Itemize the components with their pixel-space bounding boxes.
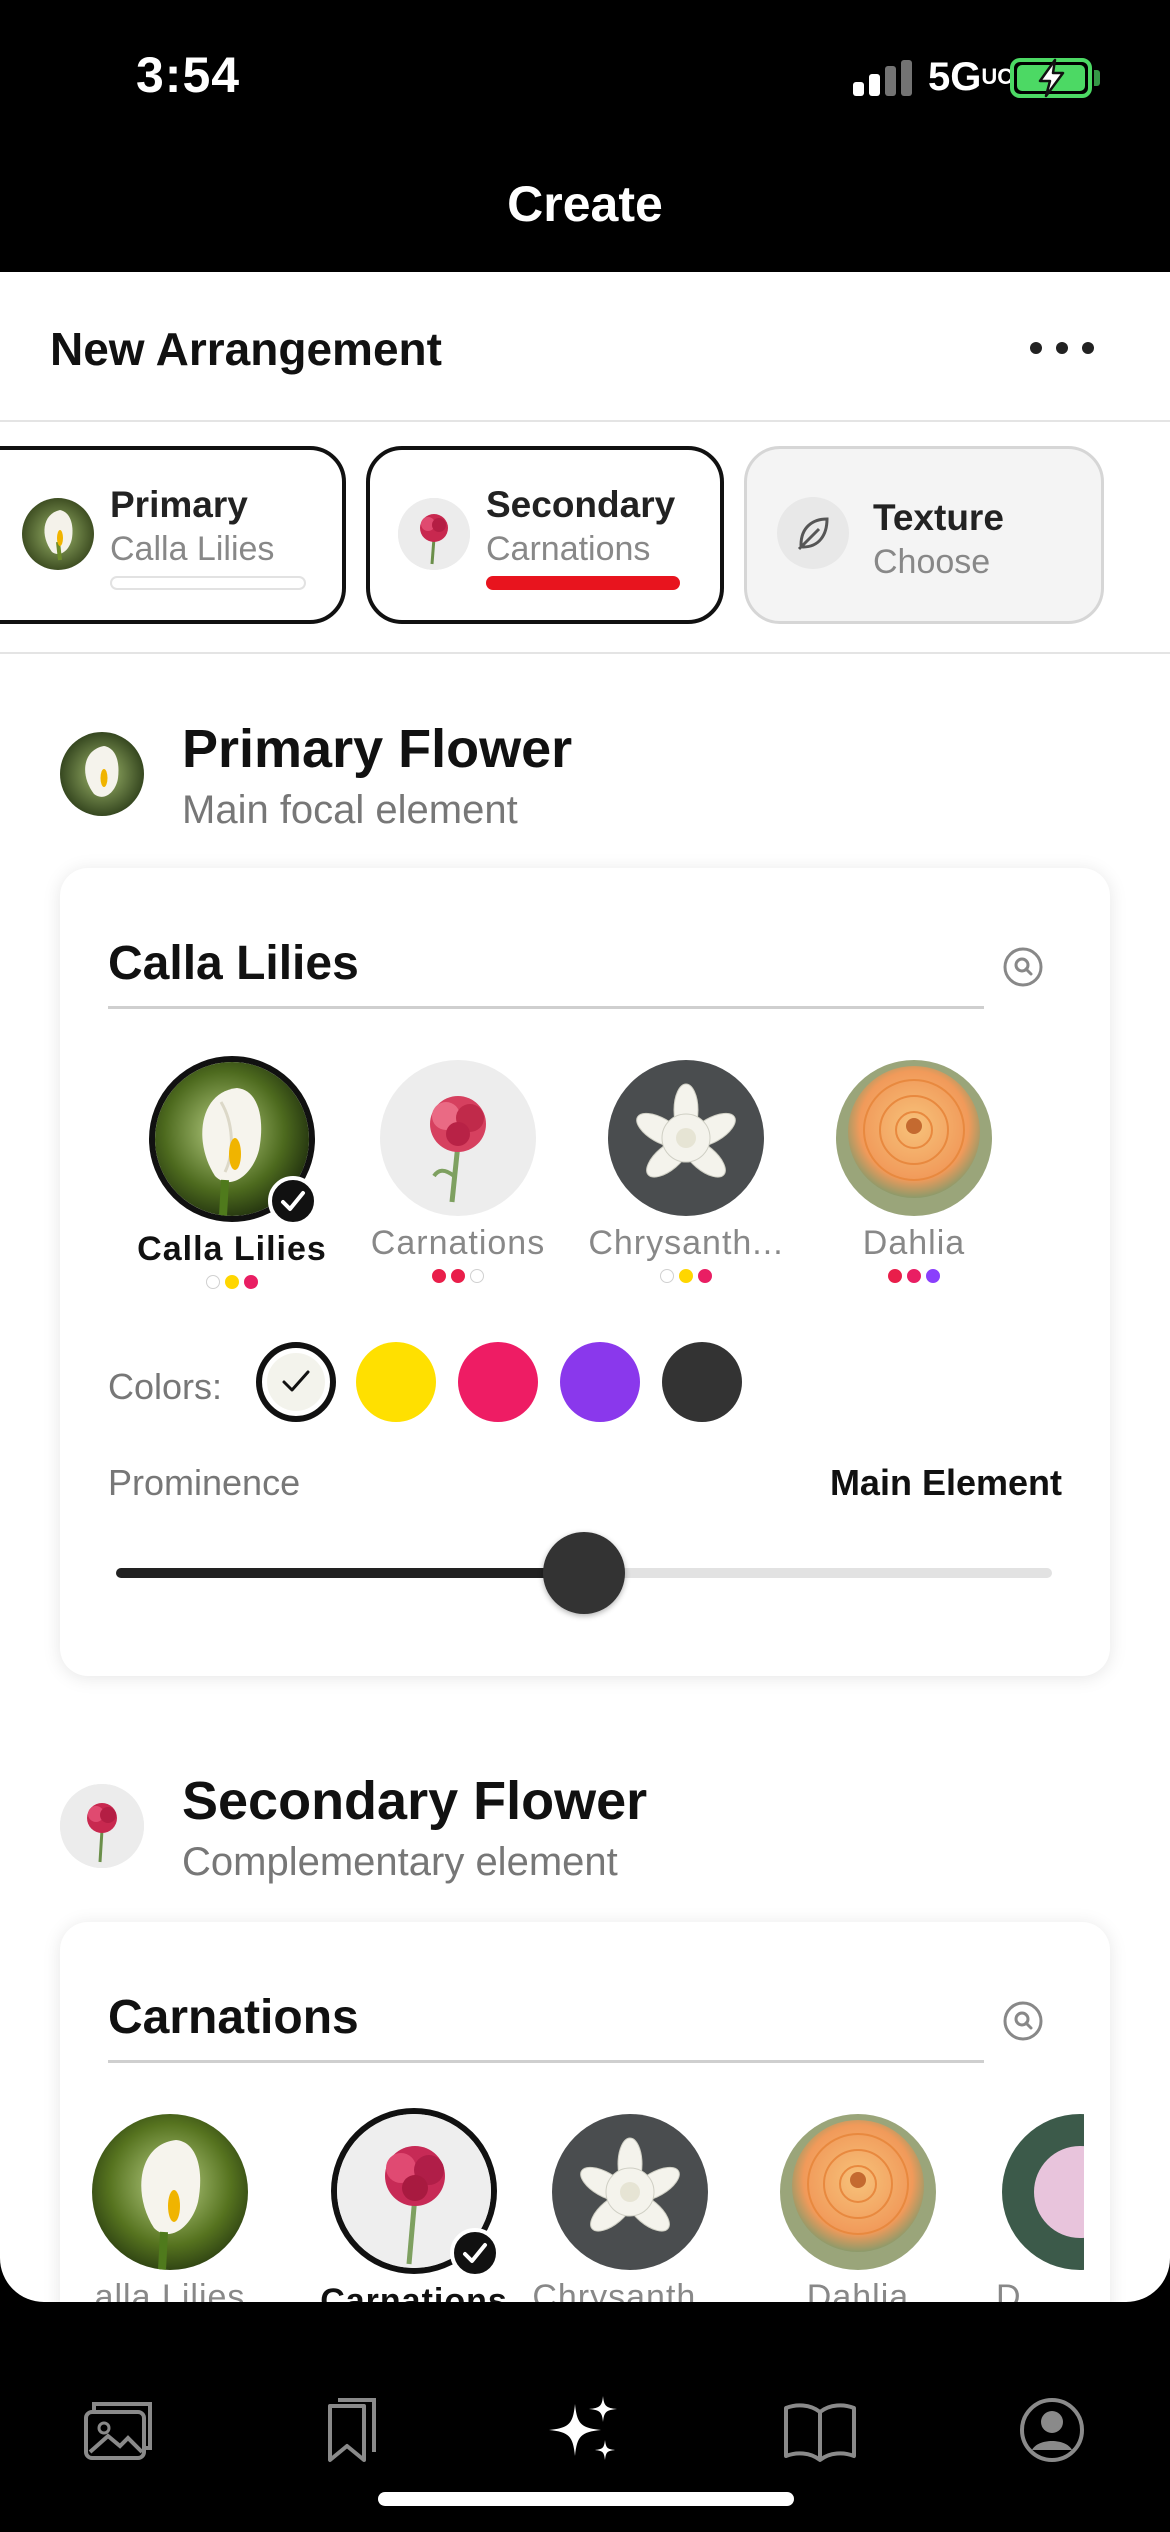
cellular-signal-icon — [853, 60, 913, 96]
book-icon[interactable] — [780, 2390, 860, 2470]
color-swatch-yellow[interactable] — [356, 1342, 436, 1422]
primary-section-subtitle: Main focal element — [182, 788, 518, 832]
dahlia-image — [836, 1060, 992, 1216]
color-dots — [804, 1269, 1024, 1283]
tab-secondary-underline — [486, 576, 680, 590]
color-swatch-purple[interactable] — [560, 1342, 640, 1422]
tab-primary-progress — [110, 576, 306, 590]
secondary-flower-header: Secondary Flower Complementary element — [0, 1770, 1170, 1910]
secondary-flower-panel: Carnations alla Lilies Carnations Chrysa… — [60, 1922, 1110, 2302]
flower-name: Dahlia — [862, 1224, 966, 1262]
swatch-check-icon — [282, 1370, 310, 1392]
calla-lily-section-thumbnail — [60, 732, 144, 816]
sparkles-icon[interactable] — [545, 2390, 625, 2470]
flower-option-chrysanthemum[interactable]: Chrysanth... — [576, 1060, 796, 1283]
tab-secondary[interactable]: Secondary Carnations — [366, 446, 724, 624]
create-screen: 3:54 5GUC Create New Arrangement Primary… — [0, 0, 1170, 2532]
battery-icon — [1010, 58, 1092, 98]
arrangement-header: New Arrangement — [0, 272, 1170, 422]
flower-option-partial[interactable]: D — [984, 2114, 1084, 2302]
flower-name: Carnations — [320, 2282, 508, 2302]
prominence-value: Main Element — [829, 1462, 1062, 1503]
flower-name: Dahlia — [806, 2278, 910, 2302]
tab-texture-title: Texture — [873, 497, 1004, 538]
content-area[interactable]: New Arrangement Primary Calla Lilies Sec… — [0, 272, 1170, 2302]
prominence-label: Prominence — [108, 1462, 301, 1503]
dahlia-image — [780, 2114, 936, 2270]
flower-option-dahlia[interactable]: Dahlia — [748, 2114, 968, 2302]
profile-icon[interactable] — [1012, 2390, 1092, 2470]
page-title: Create — [507, 176, 663, 232]
tab-primary-subtitle: Calla Lilies — [110, 530, 275, 568]
flower-name: Chrysanth... — [532, 2278, 728, 2302]
selected-check-icon — [268, 1176, 318, 1226]
carnation-image — [380, 1060, 536, 1216]
secondary-section-title: Secondary Flower — [182, 1771, 648, 1831]
primary-flower-header: Primary Flower Main focal element — [0, 718, 1170, 858]
color-dots — [576, 1269, 796, 1283]
flower-option-carnations[interactable]: Carnations — [304, 2108, 524, 2302]
flower-name: Chrysanth... — [588, 1224, 784, 1262]
tab-primary-title: Primary — [110, 484, 248, 525]
tab-secondary-title: Secondary — [486, 484, 676, 525]
tab-primary[interactable]: Primary Calla Lilies — [0, 446, 346, 624]
flower-option-chrysanthemum[interactable]: Chrysanth... — [520, 2114, 740, 2302]
tab-secondary-subtitle: Carnations — [486, 530, 651, 568]
selected-check-icon — [450, 2228, 500, 2278]
flower-name: alla Lilies — [94, 2278, 246, 2302]
calla-lily-thumbnail — [22, 498, 94, 570]
partial-flower-image — [1002, 2114, 1084, 2270]
bookmarks-icon[interactable] — [312, 2390, 392, 2470]
network-type: 5GUC — [928, 55, 1014, 99]
colors-label: Colors: — [108, 1366, 223, 1407]
primary-section-title: Primary Flower — [182, 719, 573, 779]
flower-option-carnations[interactable]: Carnations — [348, 1060, 568, 1283]
secondary-section-subtitle: Complementary element — [182, 1840, 618, 1884]
secondary-panel-title: Carnations — [108, 1991, 359, 2044]
calla-lily-image — [92, 2114, 248, 2270]
flower-name: Carnations — [370, 1224, 546, 1262]
primary-panel-title: Calla Lilies — [108, 937, 359, 990]
arrangement-title: New Arrangement — [50, 323, 442, 375]
status-time: 3:54 — [136, 47, 241, 103]
more-dots-icon[interactable] — [1030, 330, 1094, 366]
tab-texture[interactable]: Texture Choose — [744, 446, 1104, 624]
charging-bolt-icon — [1038, 58, 1065, 98]
color-swatch-white[interactable] — [256, 1342, 336, 1422]
slider-fill — [116, 1568, 584, 1578]
status-bar: 3:54 5GUC — [0, 0, 1170, 150]
tab-texture-subtitle: Choose — [873, 543, 991, 581]
flower-option-calla-lilies[interactable]: Calla Lilies — [122, 1056, 342, 1289]
search-icon[interactable] — [1002, 946, 1044, 988]
color-swatch-black[interactable] — [662, 1342, 742, 1422]
home-indicator[interactable] — [378, 2492, 794, 2506]
prominence-slider[interactable] — [116, 1532, 1052, 1614]
primary-flower-panel: Calla Lilies Calla Lilies Carnations Chr… — [60, 868, 1110, 1676]
photos-icon[interactable] — [78, 2390, 158, 2470]
carnation-section-thumbnail — [60, 1784, 144, 1868]
leaf-icon — [777, 497, 849, 569]
color-dots — [122, 1275, 342, 1289]
step-tabs: Primary Calla Lilies Secondary Carnation… — [0, 424, 1170, 654]
divider — [108, 2060, 984, 2063]
color-swatch-pink[interactable] — [458, 1342, 538, 1422]
flower-option-dahlia[interactable]: Dahlia — [804, 1060, 1024, 1283]
divider — [108, 1006, 984, 1009]
color-dots — [348, 1269, 568, 1283]
carnation-thumbnail — [398, 498, 470, 570]
chrysanthemum-image — [608, 1060, 764, 1216]
chrysanthemum-image — [552, 2114, 708, 2270]
battery-cap — [1094, 70, 1100, 86]
search-icon[interactable] — [1002, 2000, 1044, 2042]
flower-name: Calla Lilies — [137, 1230, 327, 1268]
flower-option-calla-lilies[interactable]: alla Lilies — [80, 2114, 260, 2302]
slider-knob[interactable] — [543, 1532, 625, 1614]
flower-name: D — [996, 2278, 1022, 2302]
